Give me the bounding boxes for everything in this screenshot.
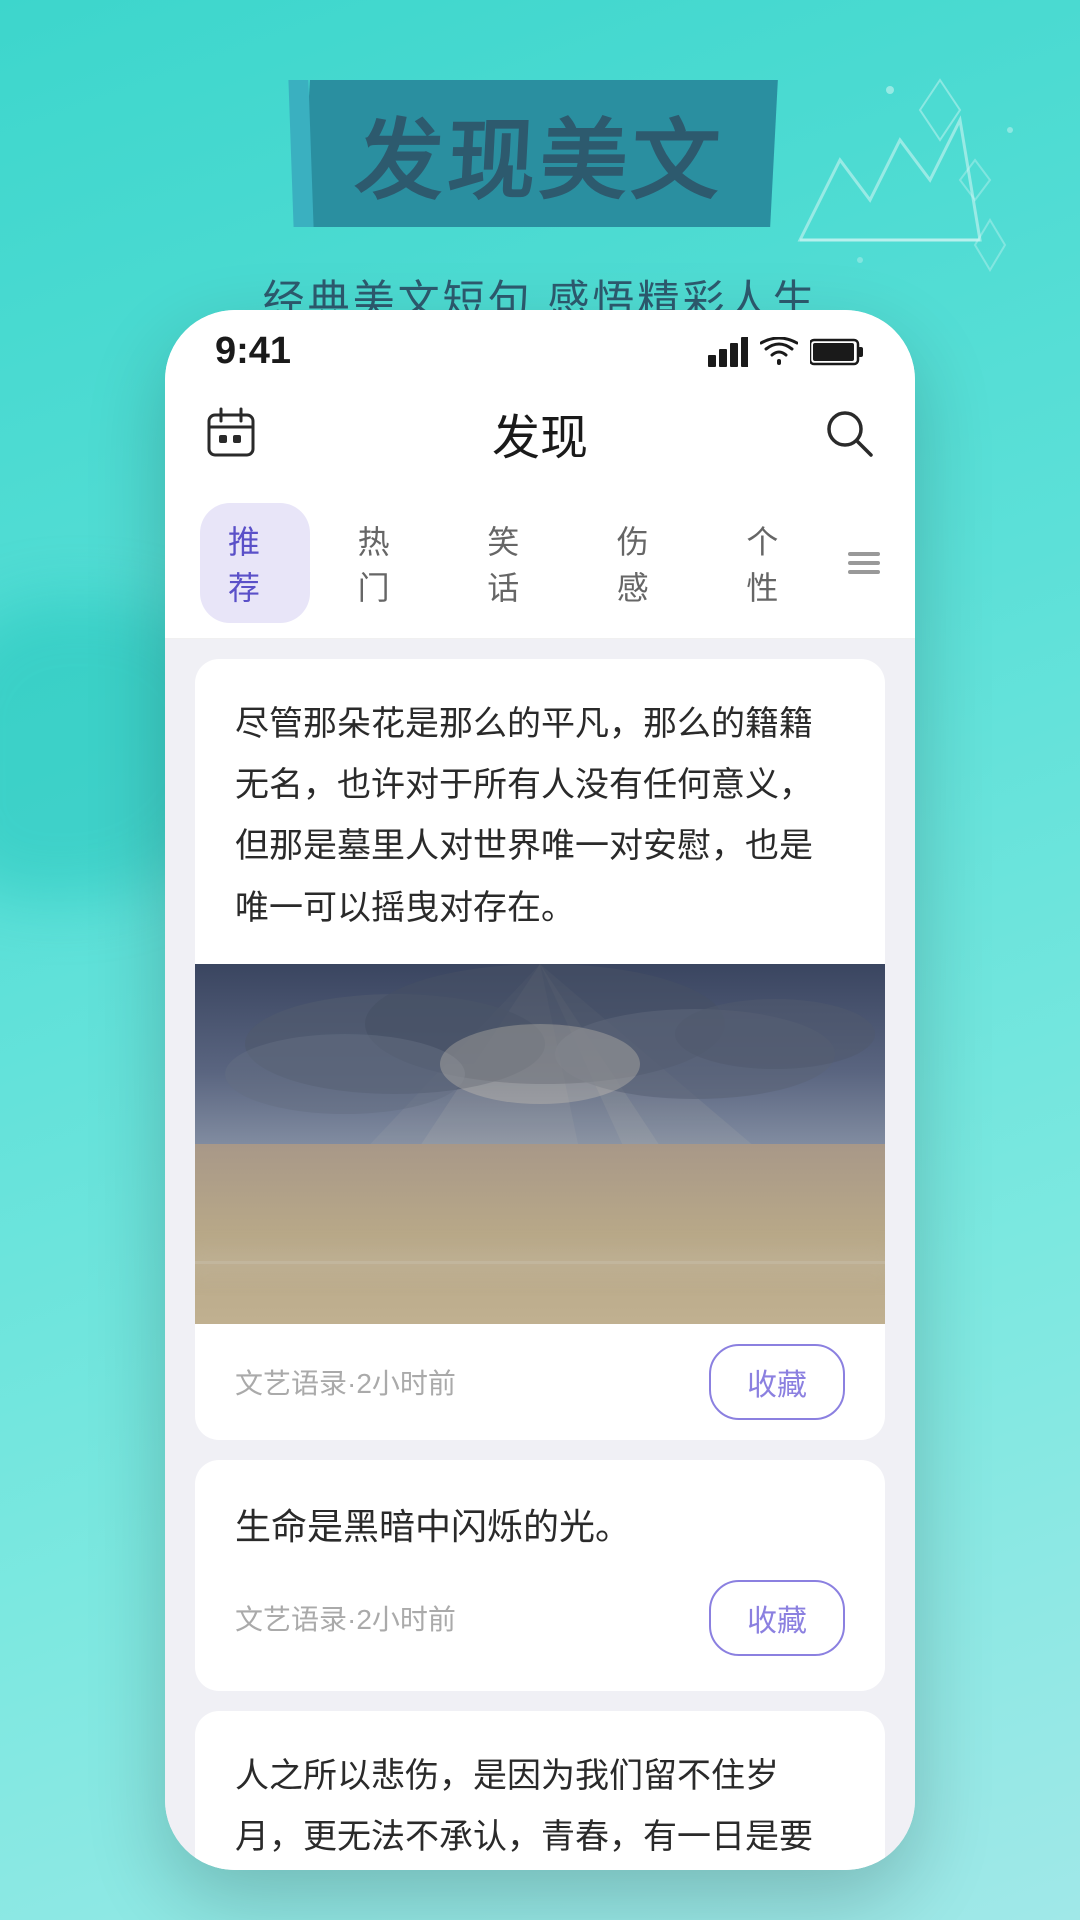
battery-icon bbox=[810, 338, 865, 366]
tab-hot[interactable]: 热门 bbox=[330, 503, 440, 623]
search-nav-icon[interactable] bbox=[823, 407, 875, 459]
card-2-text: 生命是黑暗中闪烁的光。 bbox=[235, 1495, 845, 1560]
card-3: 人之所以悲伤，是因为我们留不住岁月，更无法不承认，青春，有一日是要这么自然的消逝 bbox=[195, 1711, 885, 1870]
signal-icon bbox=[708, 337, 748, 367]
phone-mockup: 9:41 bbox=[165, 310, 915, 1870]
status-time: 9:41 bbox=[215, 330, 291, 373]
decoration-svg bbox=[720, 60, 1020, 340]
tab-jokes[interactable]: 笑话 bbox=[459, 503, 569, 623]
card-2-footer: 文艺语录·2小时前 收藏 bbox=[235, 1580, 845, 1656]
status-icons bbox=[708, 337, 865, 367]
wifi-icon bbox=[760, 337, 798, 367]
card-2-collect-button[interactable]: 收藏 bbox=[709, 1580, 845, 1656]
nav-title: 发现 bbox=[492, 398, 588, 468]
card-1-collect-button[interactable]: 收藏 bbox=[709, 1344, 845, 1420]
card-1-image bbox=[195, 964, 885, 1324]
title-banner: 发现美文 bbox=[302, 80, 778, 227]
tab-recommend[interactable]: 推荐 bbox=[200, 503, 310, 623]
card-2: 生命是黑暗中闪烁的光。 文艺语录·2小时前 收藏 bbox=[195, 1460, 885, 1691]
card-1: 尽管那朵花是那么的平凡，那么的籍籍无名，也许对于所有人没有任何意义，但那是墓里人… bbox=[195, 659, 885, 1440]
calendar-nav-icon[interactable] bbox=[205, 407, 257, 459]
content-area: 尽管那朵花是那么的平凡，那么的籍籍无名，也许对于所有人没有任何意义，但那是墓里人… bbox=[165, 639, 915, 1870]
card-1-footer: 文艺语录·2小时前 收藏 bbox=[195, 1324, 885, 1440]
card-1-text: 尽管那朵花是那么的平凡，那么的籍籍无名，也许对于所有人没有任何意义，但那是墓里人… bbox=[195, 659, 885, 964]
status-bar: 9:41 bbox=[165, 310, 915, 383]
landscape-svg bbox=[195, 964, 885, 1324]
nav-bar: 发现 bbox=[165, 383, 915, 488]
tab-sad[interactable]: 伤感 bbox=[589, 503, 699, 623]
tab-more-button[interactable] bbox=[848, 552, 880, 574]
main-title: 发现美文 bbox=[353, 90, 728, 217]
card-3-text: 人之所以悲伤，是因为我们留不住岁月，更无法不承认，青春，有一日是要这么自然的消逝 bbox=[235, 1746, 845, 1870]
card-1-meta: 文艺语录·2小时前 bbox=[235, 1362, 456, 1402]
category-tabs: 推荐 热门 笑话 伤感 个性 bbox=[165, 488, 915, 639]
tab-personality[interactable]: 个性 bbox=[718, 503, 828, 623]
card-2-meta: 文艺语录·2小时前 bbox=[235, 1598, 456, 1638]
